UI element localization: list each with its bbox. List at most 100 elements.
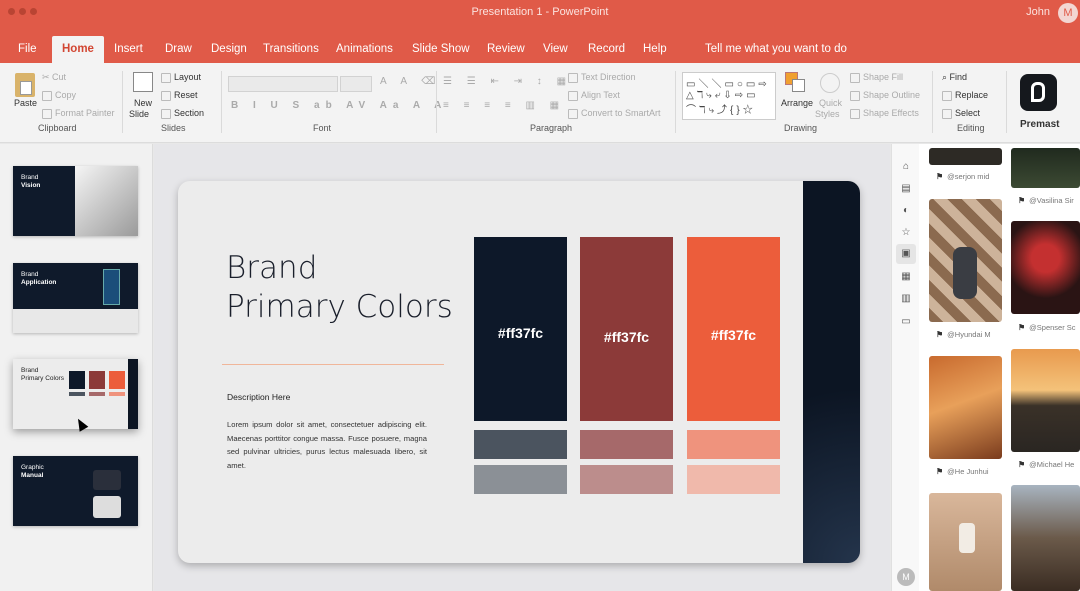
- color-swatch-3[interactable]: #ff37fc: [687, 237, 780, 421]
- image-credit[interactable]: ⚑ @Vasilina Sir: [1018, 196, 1074, 205]
- tab-home[interactable]: Home: [52, 36, 104, 63]
- tab-insert[interactable]: Insert: [104, 36, 153, 63]
- new-slide-button[interactable]: New: [134, 98, 152, 108]
- paste-icon[interactable]: [15, 73, 35, 97]
- star-icon[interactable]: ☆: [900, 227, 912, 239]
- select-button[interactable]: Select: [942, 108, 980, 119]
- window-title: Presentation 1 - PowerPoint: [471, 6, 609, 18]
- slides-label: Slides: [161, 123, 186, 133]
- new-slide-icon[interactable]: [133, 72, 153, 92]
- user-name[interactable]: John: [1026, 6, 1050, 18]
- shape-effects-button[interactable]: Shape Effects: [850, 108, 919, 119]
- quick-styles-label[interactable]: Styles: [815, 109, 840, 119]
- palette-icon[interactable]: ◐: [900, 205, 912, 217]
- tab-draw[interactable]: Draw: [155, 36, 202, 63]
- font-size-grow-icons[interactable]: A A ⌫: [380, 76, 441, 87]
- images-icon[interactable]: ▣: [896, 244, 916, 264]
- tab-record[interactable]: Record: [578, 36, 635, 63]
- image-card[interactable]: [1011, 485, 1080, 591]
- swatch-2-tint-1[interactable]: [580, 430, 673, 459]
- ribbon-tabs: File Home Insert Draw Design Transitions…: [0, 26, 1080, 63]
- image-card[interactable]: [1011, 221, 1080, 314]
- premast-button[interactable]: Premast: [1020, 119, 1059, 130]
- swatch-1-tint-2[interactable]: [474, 465, 567, 494]
- avatar[interactable]: M: [1058, 3, 1078, 23]
- swatch-3-tint-1[interactable]: [687, 430, 780, 459]
- replace-button[interactable]: Replace: [942, 90, 988, 101]
- folder-icon[interactable]: ▭: [900, 316, 912, 328]
- select-icon: [942, 108, 952, 119]
- tab-design[interactable]: Design: [201, 36, 257, 63]
- font-size-select[interactable]: [340, 76, 372, 92]
- color-swatch-1[interactable]: #ff37fc: [474, 237, 567, 421]
- premast-logo-icon[interactable]: [1020, 74, 1057, 111]
- arrange-button[interactable]: Arrange: [781, 98, 813, 108]
- swatch-2-tint-2[interactable]: [580, 465, 673, 494]
- layout-button[interactable]: Layout: [161, 72, 201, 83]
- avatar[interactable]: M: [897, 568, 915, 586]
- description-body[interactable]: Lorem ipsum dolor sit amet, consectetuer…: [227, 418, 427, 472]
- tell-me-search[interactable]: Tell me what you want to do: [695, 36, 857, 63]
- current-slide[interactable]: Brand Primary Colors Description Here Lo…: [178, 181, 860, 563]
- paste-button[interactable]: Paste: [14, 98, 37, 108]
- image-card[interactable]: [1011, 148, 1080, 188]
- tab-file[interactable]: File: [8, 36, 47, 63]
- section-button[interactable]: Section: [161, 108, 204, 119]
- tab-slide-show[interactable]: Slide Show: [402, 36, 480, 63]
- cut-icon: ✂: [42, 72, 53, 82]
- quick-styles-icon[interactable]: [820, 73, 840, 93]
- templates-icon[interactable]: ▦: [900, 271, 912, 283]
- slide-thumbnail-1[interactable]: Brand Vision: [13, 166, 138, 236]
- layout-icon: [161, 72, 171, 83]
- quick-styles-button[interactable]: Quick: [819, 98, 842, 108]
- image-card[interactable]: [929, 148, 1002, 165]
- tab-help[interactable]: Help: [633, 36, 677, 63]
- image-card[interactable]: [929, 356, 1002, 459]
- image-credit[interactable]: ⚑ @Michael He: [1018, 460, 1074, 469]
- font-format-icons[interactable]: B I U S ab AV Aa A A: [231, 100, 447, 111]
- image-card[interactable]: [929, 493, 1002, 591]
- tab-transitions[interactable]: Transitions: [253, 36, 329, 63]
- image-card[interactable]: [929, 199, 1002, 322]
- slide-thumbnail-4[interactable]: Graphic Manual: [13, 456, 138, 526]
- swatch-1-tint-1[interactable]: [474, 430, 567, 459]
- shape-fill-button[interactable]: Shape Fill: [850, 72, 903, 83]
- image-credit[interactable]: ⚑ @He Junhui: [936, 467, 989, 476]
- slides-icon[interactable]: ▤: [900, 183, 912, 195]
- slide-dark-band: [803, 181, 860, 563]
- shape-outline-button[interactable]: Shape Outline: [850, 90, 920, 101]
- convert-smartart-button[interactable]: Convert to SmartArt: [568, 108, 661, 119]
- format-painter-button[interactable]: Format Painter: [42, 108, 115, 119]
- align-icons[interactable]: ≡ ≡ ≡ ≡ ▥ ▦: [443, 100, 565, 111]
- tab-animations[interactable]: Animations: [326, 36, 403, 63]
- image-credit[interactable]: ⚑ @Hyundai M: [936, 330, 991, 339]
- save-icon[interactable]: ▥: [900, 293, 912, 305]
- reset-button[interactable]: Reset: [161, 90, 198, 101]
- cut-button[interactable]: ✂ Cut: [42, 72, 66, 83]
- description-heading[interactable]: Description Here: [227, 392, 290, 402]
- find-button[interactable]: ⌕ Find: [942, 72, 967, 83]
- font-family-select[interactable]: [228, 76, 338, 92]
- text-direction-icon: [568, 72, 578, 83]
- shape-fill-icon: [850, 72, 860, 83]
- slide-thumbnail-3[interactable]: Brand Primary Colors: [13, 359, 138, 429]
- list-icons[interactable]: ☰ ☰ ⇤ ⇥ ↕ ▦: [443, 76, 572, 87]
- copy-button[interactable]: Copy: [42, 90, 76, 101]
- image-card[interactable]: [1011, 349, 1080, 452]
- tab-view[interactable]: View: [533, 36, 578, 63]
- swatch-3-tint-2[interactable]: [687, 465, 780, 494]
- title-divider: [222, 364, 444, 365]
- slide-title[interactable]: Brand Primary Colors: [226, 249, 453, 327]
- slide-thumbnail-2[interactable]: Brand Application: [13, 263, 138, 333]
- new-slide-label[interactable]: Slide: [129, 109, 149, 119]
- tab-review[interactable]: Review: [477, 36, 535, 63]
- image-credit[interactable]: ⚑ @serjon mid: [936, 172, 989, 181]
- arrange-icon[interactable]: [785, 72, 807, 92]
- align-text-button[interactable]: Align Text: [568, 90, 620, 101]
- text-direction-button[interactable]: Text Direction: [568, 72, 636, 83]
- home-icon[interactable]: ⌂: [900, 161, 912, 173]
- image-credit[interactable]: ⚑ @Spenser Sc: [1018, 323, 1076, 332]
- shapes-gallery[interactable]: ▭＼＼▭○▭⇨ △ℸ⤷⤶⇩⇨▭ ⌒ℸ⤷⤴{}☆: [682, 72, 776, 120]
- color-swatch-2[interactable]: #ff37fc: [580, 237, 673, 421]
- shape-effects-icon: [850, 108, 860, 119]
